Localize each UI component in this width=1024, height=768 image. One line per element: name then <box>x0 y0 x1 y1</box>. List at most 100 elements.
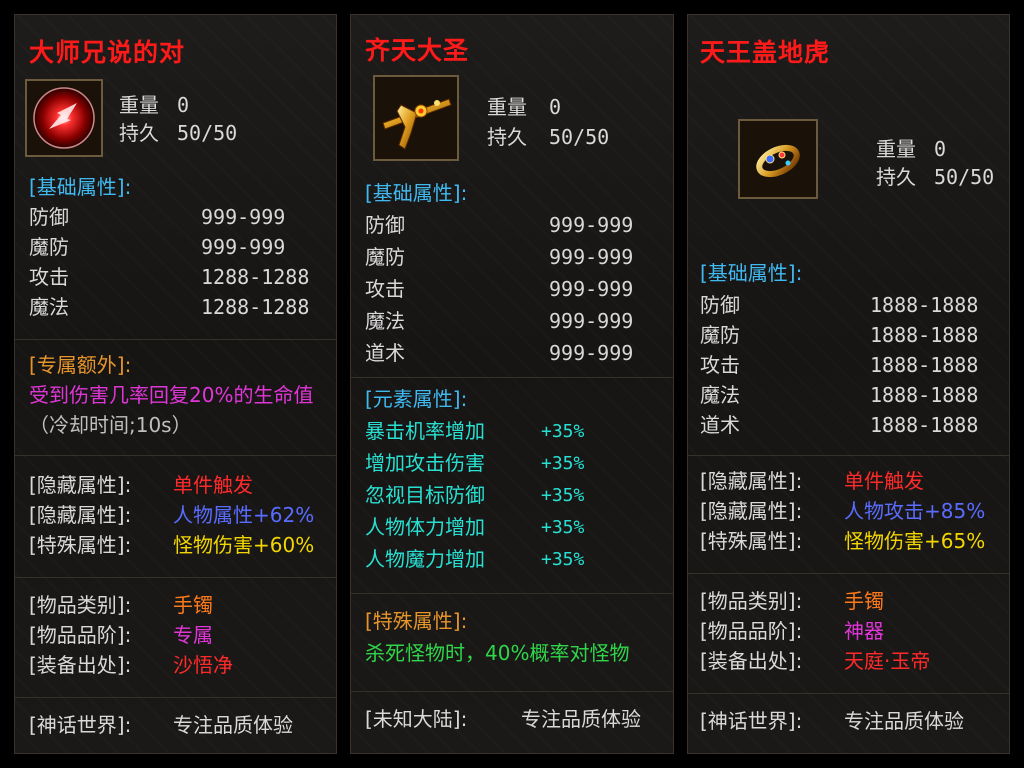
item-title: 大师兄说的对 <box>29 38 186 67</box>
category-value: 手镯 <box>844 589 884 613</box>
element-value: +35% <box>541 549 585 570</box>
special-attr-value: 怪物伤害+60% <box>173 533 315 557</box>
divider <box>351 593 673 594</box>
divider <box>15 455 336 456</box>
stat-value: 999-999 <box>549 245 634 269</box>
special-attr-effect: 杀死怪物时，40%概率对怪物 <box>365 641 630 665</box>
divider <box>351 377 673 378</box>
stat-name: 魔法 <box>700 383 740 407</box>
stat-value: 999-999 <box>549 277 634 301</box>
grade-value: 专属 <box>173 623 213 647</box>
stat-value: 1888-1888 <box>870 383 979 407</box>
stat-name: 魔法 <box>365 309 405 333</box>
exclusive-effect: 受到伤害几率回复20%的生命值 <box>29 383 314 407</box>
stat-value: 999-999 <box>201 205 286 229</box>
category-value: 手镯 <box>173 593 213 617</box>
special-attr-header: [特殊属性]: <box>365 609 468 633</box>
special-attr-label: [特殊属性]: <box>700 529 803 553</box>
footer-value: 专注品质体验 <box>844 709 964 733</box>
category-label: [物品类别]: <box>700 589 803 613</box>
durability-label: 持久 <box>487 125 527 149</box>
hidden-attr-label: [隐藏属性]: <box>29 503 132 527</box>
stat-name: 攻击 <box>29 265 69 289</box>
source-label: [装备出处]: <box>700 649 803 673</box>
element-name: 忽视目标防御 <box>365 483 485 507</box>
item-icon-bracelet[interactable] <box>738 119 818 199</box>
base-attr-header: [基础属性]: <box>365 181 468 205</box>
hidden-attr-label: [隐藏属性]: <box>700 499 803 523</box>
stat-name: 道术 <box>365 341 405 365</box>
stat-value: 999-999 <box>549 309 634 333</box>
gold-bracelet-icon <box>756 144 800 178</box>
red-orb-icon <box>33 87 95 149</box>
element-name: 增加攻击伤害 <box>365 451 485 475</box>
stat-name: 魔法 <box>29 295 69 319</box>
stat-value: 999-999 <box>549 341 634 365</box>
durability-label: 持久 <box>119 121 159 145</box>
element-value: +35% <box>541 453 585 474</box>
weight-value: 0 <box>549 95 562 119</box>
footer-label: [未知大陆]: <box>365 707 468 731</box>
durability-value: 50/50 <box>934 165 995 189</box>
stat-name: 防御 <box>29 205 69 229</box>
footer-label: [神话世界]: <box>29 713 132 737</box>
item-tooltip-2: 齐天大圣 重量 0 持久 50/50 [基础属性]: 防御 999-999 魔防… <box>350 14 674 754</box>
stat-name: 攻击 <box>700 353 740 377</box>
divider <box>15 339 336 340</box>
hidden-attr-value: 单件触发 <box>173 473 253 497</box>
hidden-attr-value: 人物攻击+85% <box>844 499 986 523</box>
weight-value: 0 <box>177 93 190 117</box>
divider <box>351 691 673 692</box>
footer-value: 专注品质体验 <box>173 713 293 737</box>
stat-value: 999-999 <box>549 213 634 237</box>
stat-name: 攻击 <box>365 277 405 301</box>
golden-staff-icon <box>382 98 452 150</box>
source-value: 天庭·玉帝 <box>844 649 931 673</box>
element-attr-header: [元素属性]: <box>365 387 468 411</box>
hidden-attr-value: 人物属性+62% <box>173 503 315 527</box>
item-tooltip-3: 天王盖地虎 重量 0 持久 50/50 [基础属性]: 防御 1888-1888… <box>687 14 1010 754</box>
element-value: +35% <box>541 421 585 442</box>
grade-value: 神器 <box>844 619 884 643</box>
grade-label: [物品品阶]: <box>700 619 803 643</box>
base-attr-header: [基础属性]: <box>700 261 803 285</box>
exclusive-header: [专属额外]: <box>29 353 132 377</box>
stat-name: 防御 <box>365 213 405 237</box>
element-value: +35% <box>541 517 585 538</box>
item-title: 天王盖地虎 <box>700 38 831 67</box>
element-name: 人物魔力增加 <box>365 547 485 571</box>
hidden-attr-label: [隐藏属性]: <box>700 469 803 493</box>
item-icon-golden-staff[interactable] <box>373 75 459 161</box>
special-attr-value: 怪物伤害+65% <box>844 529 986 553</box>
cooldown-text: （冷却时间;10s） <box>29 413 192 437</box>
element-value: +35% <box>541 485 585 506</box>
category-label: [物品类别]: <box>29 593 132 617</box>
stat-value: 1288-1288 <box>201 295 310 319</box>
durability-label: 持久 <box>876 165 916 189</box>
element-name: 人物体力增加 <box>365 515 485 539</box>
stat-value: 1888-1888 <box>870 413 979 437</box>
divider <box>688 455 1009 456</box>
item-title: 齐天大圣 <box>365 36 470 65</box>
hidden-attr-label: [隐藏属性]: <box>29 473 132 497</box>
stat-name: 道术 <box>700 413 740 437</box>
footer-label: [神话世界]: <box>700 709 803 733</box>
stat-value: 999-999 <box>201 235 286 259</box>
source-value: 沙悟净 <box>173 653 233 677</box>
stat-name: 防御 <box>700 293 740 317</box>
divider <box>15 577 336 578</box>
weight-label: 重量 <box>876 137 916 161</box>
stat-name: 魔防 <box>365 245 405 269</box>
weight-label: 重量 <box>487 95 527 119</box>
stat-value: 1288-1288 <box>201 265 310 289</box>
stat-value: 1888-1888 <box>870 293 979 317</box>
base-attr-header: [基础属性]: <box>29 175 132 199</box>
stat-name: 魔防 <box>29 235 69 259</box>
divider <box>15 697 336 698</box>
divider <box>688 693 1009 694</box>
stat-value: 1888-1888 <box>870 353 979 377</box>
stat-value: 1888-1888 <box>870 323 979 347</box>
item-icon-red-orb[interactable] <box>25 79 103 157</box>
stat-name: 魔防 <box>700 323 740 347</box>
durability-value: 50/50 <box>177 121 238 145</box>
